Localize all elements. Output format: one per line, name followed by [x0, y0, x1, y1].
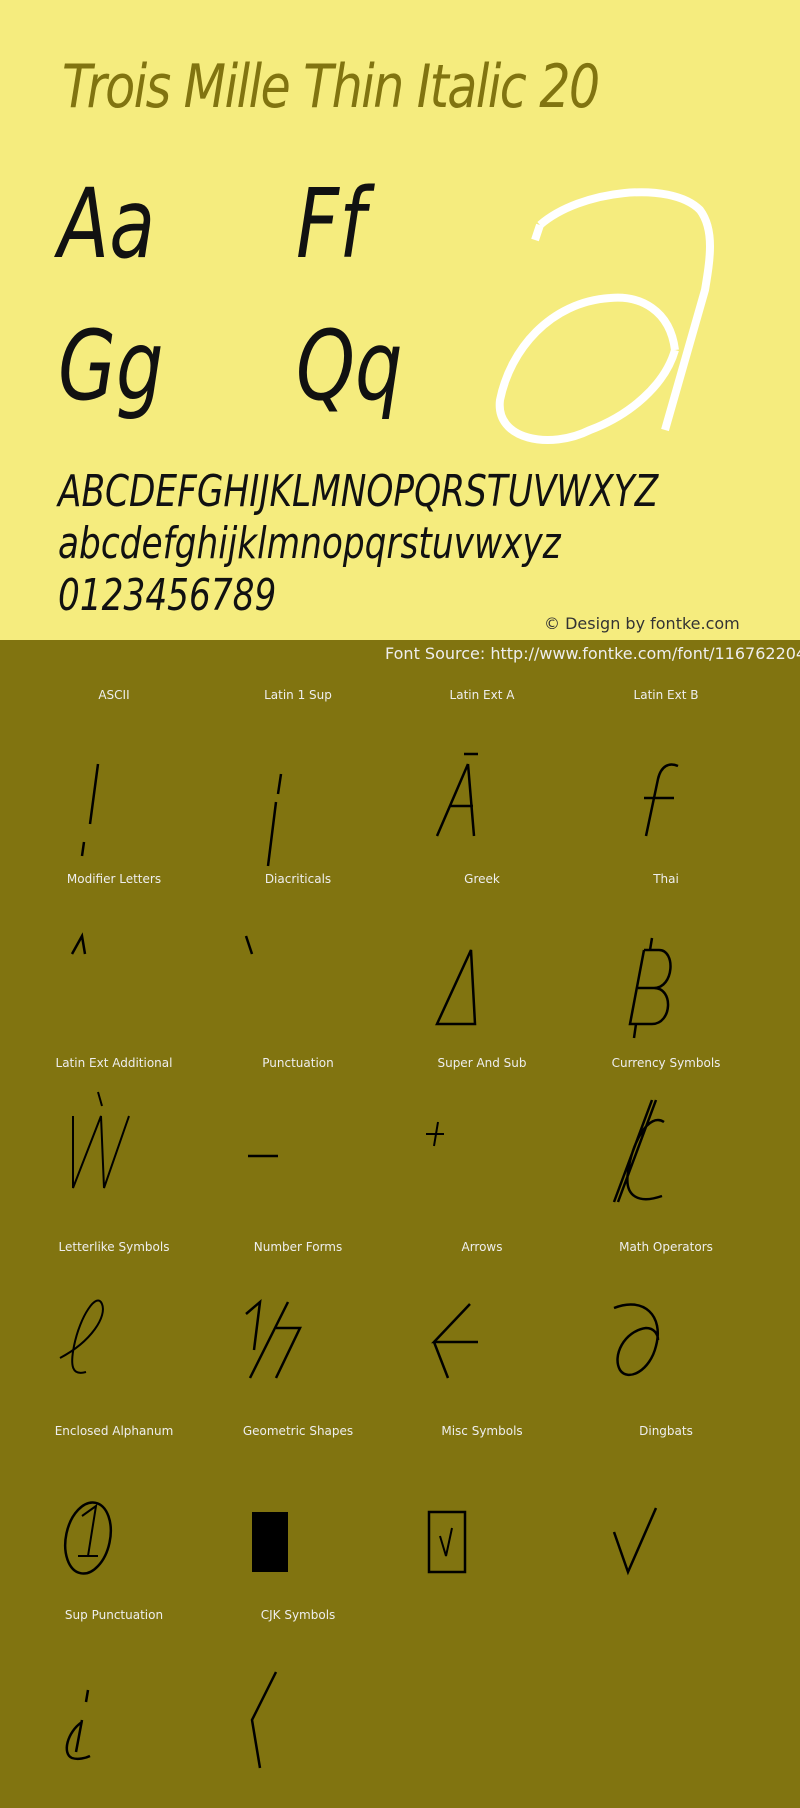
block-label: Letterlike Symbols	[58, 1240, 170, 1254]
superscript-plus-glyph	[426, 1121, 444, 1147]
circled-one-glyph	[63, 1501, 113, 1575]
specimen-header-panel: Trois Mille Thin Italic 20 Aa Ff Gg Qq A…	[0, 0, 800, 640]
block-label: Latin Ext B	[633, 688, 699, 702]
digits: 0123456789	[58, 570, 277, 621]
delta-glyph	[435, 949, 477, 1026]
block-cell-latin-ext-additional: Latin Ext Additional	[22, 1048, 222, 1232]
inverted-exclamation-glyph	[266, 773, 283, 867]
block-cell-diacriticals: Diacriticals	[206, 864, 406, 1048]
sample-pair-ff: Ff	[296, 168, 366, 280]
block-label: Super And Sub	[437, 1056, 527, 1070]
block-cell-dingbats: Dingbats	[574, 1416, 774, 1600]
block-label: Thai	[653, 872, 679, 886]
block-label: Dingbats	[639, 1424, 693, 1438]
script-l-glyph	[59, 1299, 104, 1374]
left-arrow-glyph	[431, 1303, 478, 1379]
block-label: Diacriticals	[264, 872, 332, 886]
uppercase-alphabet: ABCDEFGHIJKLMNOPQRSTUVWXYZ	[58, 466, 659, 517]
big-glyph-a	[495, 188, 714, 444]
block-label: Latin Ext A	[449, 688, 515, 702]
block-label: CJK Symbols	[260, 1608, 336, 1622]
block-cell-latin-1-sup: Latin 1 Sup	[206, 680, 406, 867]
one-seventh-glyph	[245, 1298, 302, 1379]
block-label: Geometric Shapes	[242, 1424, 354, 1438]
block-label: Currency Symbols	[611, 1056, 721, 1070]
circumflex-glyph	[70, 932, 87, 955]
block-cell-latin-ext-a: Latin Ext A	[390, 680, 590, 864]
block-label: Number Forms	[253, 1240, 343, 1254]
block-label: Latin 1 Sup	[264, 688, 332, 702]
block-label: ASCII	[98, 688, 130, 702]
partial-differential-glyph	[613, 1303, 660, 1376]
sample-pair-gg: Gg	[58, 310, 164, 422]
exclamation-glyph	[80, 763, 100, 857]
block-cell-greek: Greek	[390, 864, 590, 1048]
block-cell-super-and-sub: Super And Sub	[390, 1048, 590, 1232]
block-cell-math-operators: Math Operators	[574, 1232, 774, 1416]
block-label: Greek	[464, 872, 500, 886]
block-cell-misc-symbols: Misc Symbols	[390, 1416, 590, 1600]
check-mark-glyph	[612, 1507, 658, 1576]
block-cell-sup-punctuation: Sup Punctuation	[22, 1600, 222, 1784]
reversed-question-glyph	[65, 1689, 91, 1761]
block-label: Math Operators	[619, 1240, 713, 1254]
block-cell-number-forms: Number Forms	[206, 1232, 406, 1416]
block-cell-enclosed-alphanum: Enclosed Alphanum	[22, 1416, 222, 1600]
colon-sign-glyph	[612, 1099, 665, 1203]
block-label: Enclosed Alphanum	[54, 1424, 174, 1438]
block-label: Sup Punctuation	[64, 1608, 164, 1622]
block-cell-arrows: Arrows	[390, 1232, 590, 1416]
w-grave-glyph	[72, 1091, 130, 1189]
block-cell-cjk-symbols: CJK Symbols	[206, 1600, 406, 1784]
block-label: Misc Symbols	[441, 1424, 523, 1438]
block-cell-thai: Thai	[574, 864, 774, 1048]
design-credit: © Design by fontke.com	[544, 614, 740, 633]
sample-pair-aa: Aa	[58, 168, 156, 280]
block-label: Punctuation	[262, 1056, 334, 1070]
left-angle-bracket-glyph	[250, 1671, 278, 1769]
block-cell-modifier-letters: Modifier Letters	[22, 864, 222, 1048]
block-cell-punctuation: Punctuation	[206, 1048, 406, 1232]
block-label: Latin Ext Additional	[55, 1056, 173, 1070]
a-macron-glyph	[435, 752, 478, 837]
block-cell-ascii: ASCII	[22, 680, 222, 864]
block-cell-geometric-shapes: Geometric Shapes	[206, 1416, 406, 1600]
en-dash-glyph	[248, 1154, 278, 1158]
lowercase-alphabet: abcdefghijklmnopqrstuvwxyz	[58, 518, 561, 569]
block-label: Arrows	[461, 1240, 503, 1254]
sample-pair-qq: Qq	[296, 310, 403, 422]
grave-accent-glyph	[244, 935, 254, 955]
block-cell-currency-symbols: Currency Symbols	[574, 1048, 774, 1232]
baht-glyph	[628, 937, 672, 1039]
block-label: Modifier Letters	[66, 872, 162, 886]
f-hook-glyph	[644, 763, 679, 837]
font-source-link[interactable]: Font Source: http://www.fontke.com/font/…	[385, 644, 800, 663]
black-square-glyph	[252, 1512, 288, 1572]
block-cell-latin-ext-b: Latin Ext B	[574, 680, 774, 864]
ballot-box-check-glyph	[427, 1510, 467, 1574]
font-title: Trois Mille Thin Italic 20	[62, 52, 600, 122]
block-cell-letterlike-symbols: Letterlike Symbols	[22, 1232, 222, 1416]
